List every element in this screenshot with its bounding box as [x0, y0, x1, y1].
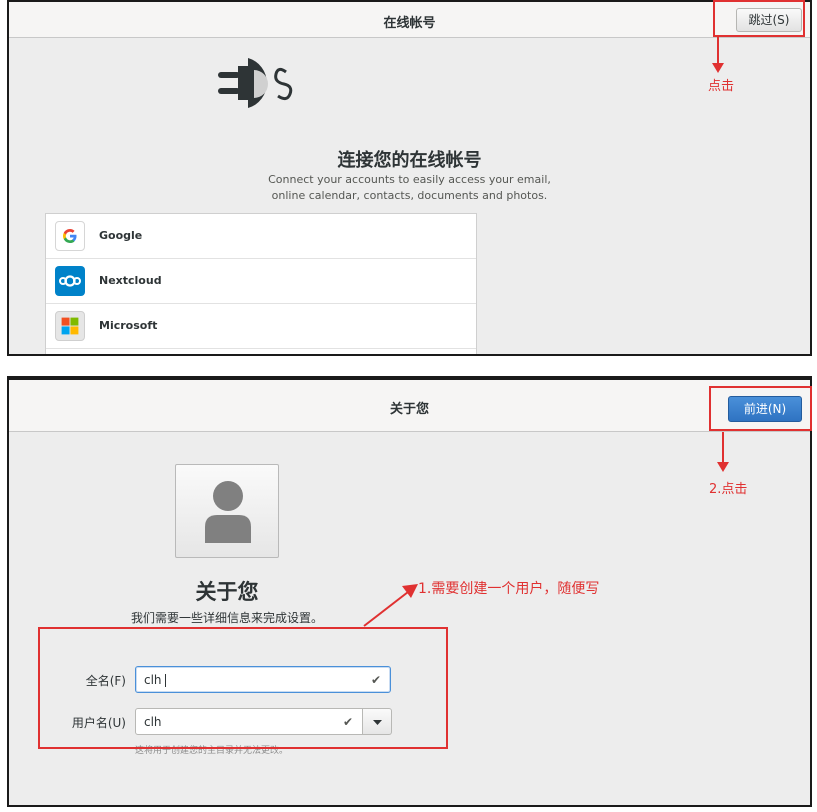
- list-item-google[interactable]: Google: [46, 214, 476, 259]
- provider-label-microsoft: Microsoft: [99, 319, 158, 332]
- header-title: 在线帐号: [383, 16, 436, 31]
- user-avatar-icon: [205, 481, 251, 543]
- header-bar: 关于您 前进(N): [9, 380, 810, 432]
- header-bar: 在线帐号 跳过(S): [9, 2, 810, 38]
- microsoft-icon: [55, 311, 85, 341]
- annotation-arrow-diagonal: [363, 584, 418, 627]
- list-item-nextcloud[interactable]: Nextcloud: [46, 259, 476, 304]
- annotation-create-user: 1.需要创建一个用户，随便写: [418, 581, 600, 597]
- annotation-click-1: 点击: [708, 79, 735, 94]
- annotation-arrow-down-1: [712, 37, 724, 73]
- annotation-arrow-down-2: [717, 432, 729, 472]
- header-title: 关于您: [389, 402, 429, 417]
- avatar-button[interactable]: [175, 464, 279, 558]
- google-icon: [55, 221, 85, 251]
- next-button-highlight: [709, 386, 812, 431]
- nextcloud-icon: [55, 266, 85, 296]
- online-accounts-window: 在线帐号 跳过(S) 连接您的在线帐号 Connect your account…: [7, 0, 812, 356]
- online-accounts-heading: 连接您的在线帐号: [337, 150, 482, 171]
- provider-label-nextcloud: Nextcloud: [99, 274, 162, 287]
- user-form-highlight: [38, 627, 448, 749]
- provider-label-google: Google: [99, 229, 143, 242]
- accounts-list: Google Nextcloud Microsoft: [45, 213, 477, 354]
- skip-button-highlight: [713, 0, 805, 37]
- list-item-microsoft[interactable]: Microsoft: [46, 304, 476, 349]
- annotation-click-2: 2.点击: [709, 482, 748, 497]
- online-accounts-plug-icon: [218, 58, 293, 108]
- online-accounts-description-1: Connect your accounts to easily access y…: [268, 173, 551, 186]
- online-accounts-description-2: online calendar, contacts, documents and…: [271, 189, 548, 202]
